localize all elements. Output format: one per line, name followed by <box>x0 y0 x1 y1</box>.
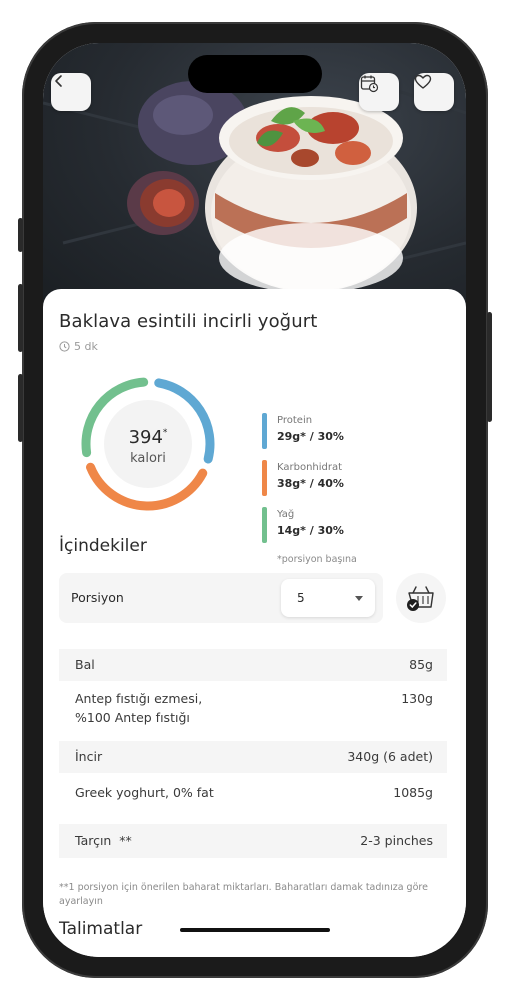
protein-value: 29g* / 30% <box>277 430 344 443</box>
carb-value: 38g* / 40% <box>277 477 344 490</box>
protein-label: Protein <box>277 415 313 426</box>
prep-time: 5 dk <box>59 340 98 353</box>
heart-icon <box>414 74 432 89</box>
ingredient-amount: 1085g <box>393 785 433 800</box>
fat-value: 14g* / 30% <box>277 524 344 537</box>
back-button[interactable] <box>51 73 91 111</box>
recipe-detail-card: Baklava esintili incirli yoğurt 5 dk 394… <box>43 289 466 957</box>
calories-value: 394* <box>73 427 223 448</box>
volume-up-button <box>18 284 23 352</box>
ingredient-amount: 85g <box>409 657 433 672</box>
carb-color-bar <box>262 460 267 496</box>
per-serving-note: *porsiyon başına <box>277 554 357 565</box>
ingredient-amount: 130g <box>401 691 433 706</box>
ingredient-row: Greek yoghurt, 0% fat 1085g <box>59 777 447 809</box>
calories-number: 394 <box>128 427 163 448</box>
calendar-clock-icon <box>360 75 379 93</box>
recipe-title: Baklava esintili incirli yoğurt <box>59 311 318 332</box>
portion-value: 5 <box>297 591 305 605</box>
ingredient-name: Bal <box>75 657 95 672</box>
calories-asterisk: * <box>162 428 168 438</box>
chevron-left-icon <box>55 75 62 87</box>
recipe-hero-image <box>43 43 466 313</box>
ingredient-amount: 2-3 pinches <box>360 833 433 848</box>
ingredient-name-line2: %100 Antep fıstığı <box>75 710 190 725</box>
spice-footnote: **1 porsiyon için önerilen baharat mikta… <box>59 882 428 907</box>
portion-select[interactable]: 5 <box>281 579 375 617</box>
instructions-heading: Talimatlar <box>59 919 143 939</box>
clock-icon <box>59 341 70 352</box>
app-screen: Baklava esintili incirli yoğurt 5 dk 394… <box>43 43 466 957</box>
dynamic-island <box>188 55 322 93</box>
add-to-calendar-button[interactable] <box>359 73 399 111</box>
power-button <box>487 312 492 422</box>
favorite-button[interactable] <box>414 73 454 111</box>
portion-label: Porsiyon <box>71 590 124 605</box>
add-to-basket-button[interactable] <box>396 573 446 623</box>
protein-color-bar <box>262 413 267 449</box>
ingredient-name: Tarçın ** <box>75 833 132 848</box>
mute-switch <box>18 218 23 252</box>
fat-color-bar <box>262 507 267 543</box>
portion-row: Porsiyon 5 <box>59 573 383 623</box>
ingredient-name: Greek yoghurt, 0% fat <box>75 785 214 800</box>
ingredient-name: Antep fıstığı ezmesi, <box>75 691 203 706</box>
basket-check-icon <box>407 586 434 611</box>
volume-down-button <box>18 374 23 442</box>
home-indicator <box>180 928 330 932</box>
ingredient-row: Bal 85g <box>59 649 447 681</box>
ingredient-row: Tarçın ** 2-3 pinches <box>59 824 447 858</box>
ingredient-name: İncir <box>75 749 103 764</box>
ingredient-amount: 340g (6 adet) <box>347 749 433 764</box>
carb-label: Karbonhidrat <box>277 462 343 473</box>
ingredient-row: İncir 340g (6 adet) <box>59 741 447 773</box>
caret-down-icon <box>355 596 363 601</box>
ingredient-row: Antep fıstığı ezmesi, %100 Antep fıstığı… <box>59 685 447 731</box>
fat-label: Yağ <box>277 509 295 520</box>
prep-time-label: 5 dk <box>74 340 98 353</box>
calories-label: kalori <box>130 451 166 466</box>
ingredients-heading: İçindekiler <box>59 536 147 556</box>
